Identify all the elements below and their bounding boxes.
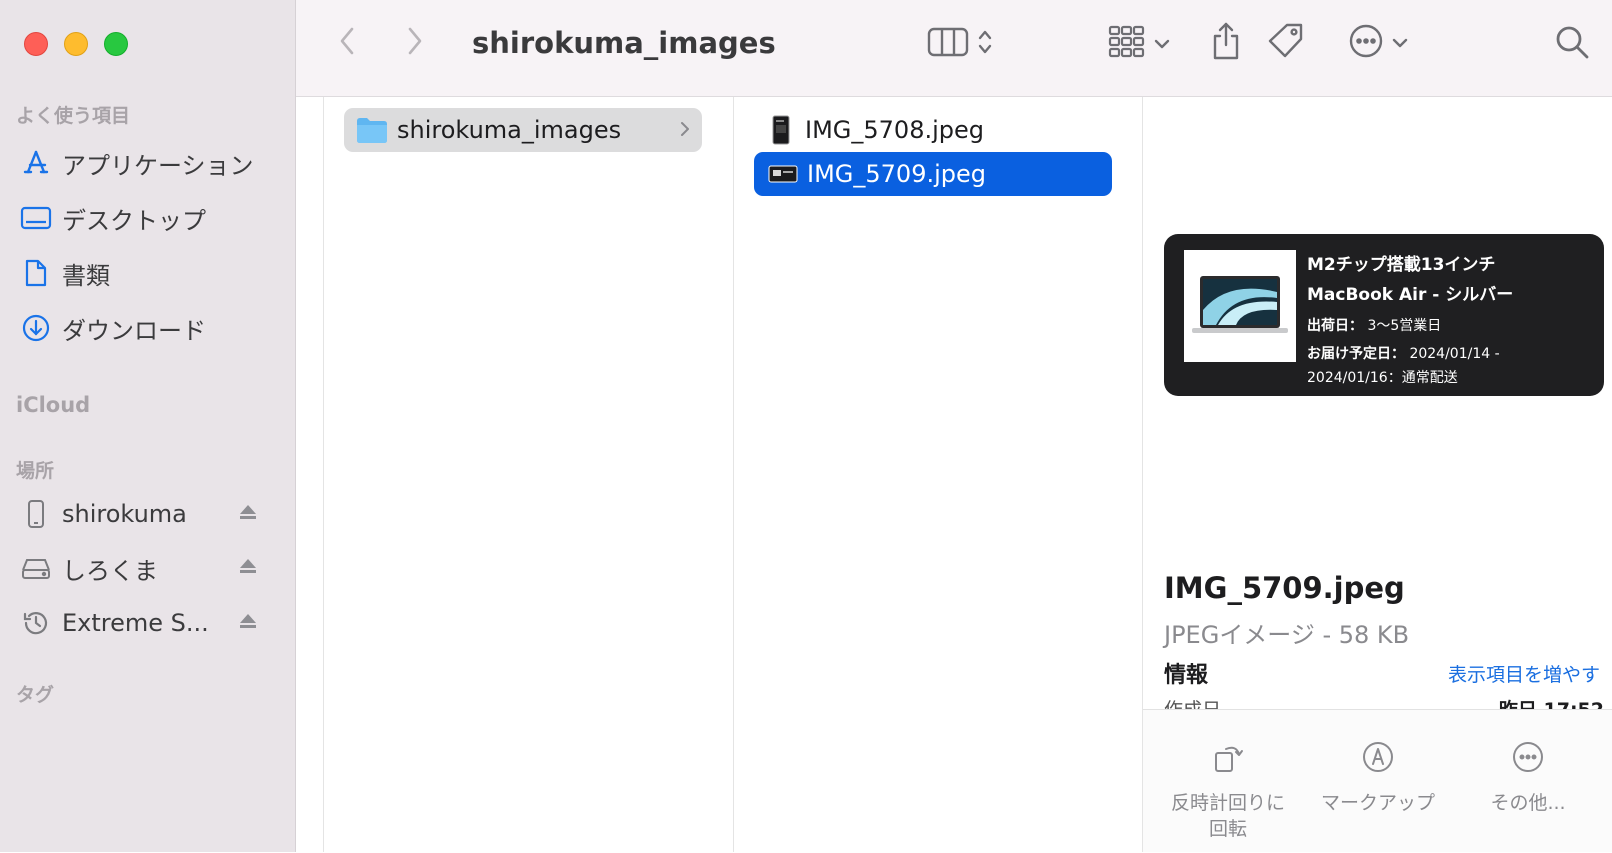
column-root xyxy=(296,97,324,852)
sidebar-item-shirokuma-drive[interactable]: しろくま xyxy=(18,546,280,590)
markup-button[interactable]: マークアップ xyxy=(1308,710,1448,853)
product-title-line1: M2チップ搭載13インチ xyxy=(1307,255,1496,275)
search-icon xyxy=(1554,24,1590,64)
more-label: その他... xyxy=(1490,792,1566,814)
sidebar-item-extreme-ssd[interactable]: Extreme S... xyxy=(18,601,280,645)
column-files: IMG_5708.jpeg IMG_5709.jpeg xyxy=(734,97,1143,852)
time-machine-icon xyxy=(18,605,54,641)
sidebar-item-downloads[interactable]: ダウンロード xyxy=(18,306,280,350)
delivery-value-2: 2024/01/16：通常配送 xyxy=(1307,370,1458,386)
chevron-down-icon xyxy=(1392,34,1408,53)
chevron-left-icon xyxy=(339,26,355,60)
rotate-left-icon xyxy=(1211,740,1245,778)
ellipsis-circle-icon xyxy=(1511,740,1545,778)
desktop-icon xyxy=(18,200,54,236)
zoom-window-button[interactable] xyxy=(104,32,128,56)
sidebar-item-label: 書類 xyxy=(62,261,110,290)
icloud-header: iCloud xyxy=(16,393,91,417)
share-button[interactable] xyxy=(1206,22,1246,64)
created-row: 作成日 昨日 17:52 xyxy=(1164,695,1604,709)
tags-header: タグ xyxy=(16,684,55,706)
product-info: M2チップ搭載13インチ MacBook Air - シルバー 出荷日： 3〜5… xyxy=(1307,250,1597,390)
sidebar-item-label: アプリケーション xyxy=(62,151,254,180)
show-more-link[interactable]: 表示項目を増やす xyxy=(1448,660,1600,687)
forward-button[interactable] xyxy=(400,26,430,60)
window-controls xyxy=(24,32,128,56)
folder-row[interactable]: shirokuma_images xyxy=(344,108,702,152)
share-icon xyxy=(1209,21,1243,65)
favorites-header: よく使う項目 xyxy=(16,105,131,127)
downloads-icon xyxy=(18,310,54,346)
preview-pane: M2チップ搭載13インチ MacBook Air - シルバー 出荷日： 3〜5… xyxy=(1143,97,1612,852)
image-thumbnail-icon xyxy=(772,115,790,145)
sidebar: よく使う項目 アプリケーション デスクトップ 書類 ダウンロード iCloud … xyxy=(0,0,296,852)
more-button[interactable]: その他... xyxy=(1458,710,1598,853)
rotate-left-button[interactable]: 反時計回りに 回転 xyxy=(1158,710,1298,853)
sidebar-item-documents[interactable]: 書類 xyxy=(18,251,280,295)
chevron-right-icon xyxy=(407,26,423,60)
toolbar: shirokuma_images xyxy=(296,0,1612,97)
file-row[interactable]: IMG_5708.jpeg xyxy=(754,108,1112,152)
iphone-icon xyxy=(18,496,54,532)
macbook-thumbnail xyxy=(1184,250,1296,362)
grid-icon xyxy=(1108,25,1146,63)
document-icon xyxy=(18,255,54,291)
ellipsis-circle-icon xyxy=(1348,23,1384,63)
folder-icon xyxy=(356,116,388,144)
column-parent: shirokuma_images xyxy=(324,97,734,852)
file-name: IMG_5708.jpeg xyxy=(805,116,984,144)
group-button[interactable] xyxy=(1102,24,1176,64)
column-view-icon xyxy=(927,26,969,62)
markup-label: マークアップ xyxy=(1320,792,1435,814)
up-down-chevron-icon xyxy=(977,27,993,61)
more-actions-button[interactable] xyxy=(1342,22,1414,64)
sidebar-item-label: デスクトップ xyxy=(62,206,206,235)
product-title-line2: MacBook Air - シルバー xyxy=(1307,285,1514,305)
delivery-label: お届け予定日： xyxy=(1307,346,1405,362)
delivery-value-1: 2024/01/14 - xyxy=(1409,346,1500,362)
window-title: shirokuma_images xyxy=(472,26,776,60)
sidebar-item-label: しろくま xyxy=(62,556,158,585)
sidebar-item-applications[interactable]: アプリケーション xyxy=(18,141,280,185)
image-thumbnail-icon xyxy=(768,165,798,183)
created-value: 昨日 17:52 xyxy=(1499,695,1604,709)
file-name: IMG_5709.jpeg xyxy=(807,160,986,188)
search-button[interactable] xyxy=(1552,24,1592,64)
ship-value: 3〜5営業日 xyxy=(1367,318,1442,334)
sidebar-item-label: ダウンロード xyxy=(62,316,206,345)
back-button[interactable] xyxy=(332,26,362,60)
markup-icon xyxy=(1361,740,1395,778)
rotate-left-label-2: 回転 xyxy=(1208,818,1247,840)
created-label: 作成日 xyxy=(1164,695,1221,709)
file-row-selected[interactable]: IMG_5709.jpeg xyxy=(754,152,1112,196)
tag-button[interactable] xyxy=(1262,22,1310,64)
eject-icon[interactable] xyxy=(238,502,258,526)
chevron-down-icon xyxy=(1154,35,1170,54)
drive-icon xyxy=(18,550,54,586)
ship-label: 出荷日： xyxy=(1307,318,1363,334)
eject-icon[interactable] xyxy=(238,611,258,635)
minimize-window-button[interactable] xyxy=(64,32,88,56)
preview-file-name: IMG_5709.jpeg xyxy=(1164,571,1405,605)
preview-file-kind: JPEGイメージ - 58 KB xyxy=(1164,621,1410,649)
rotate-left-label-1: 反時計回りに xyxy=(1170,792,1285,814)
folder-name: shirokuma_images xyxy=(397,116,622,144)
info-header: 情報 xyxy=(1164,663,1209,688)
sidebar-item-desktop[interactable]: デスクトップ xyxy=(18,196,280,240)
locations-header: 場所 xyxy=(16,460,55,482)
sidebar-item-label: Extreme S... xyxy=(62,609,209,637)
eject-icon[interactable] xyxy=(238,556,258,580)
tag-icon xyxy=(1266,21,1306,65)
applications-icon xyxy=(18,145,54,181)
sidebar-item-label: shirokuma xyxy=(62,500,187,528)
close-window-button[interactable] xyxy=(24,32,48,56)
view-mode-button[interactable] xyxy=(920,24,1000,64)
sidebar-item-shirokuma-iphone[interactable]: shirokuma xyxy=(18,492,280,536)
quick-actions: 反時計回りに 回転 マークアップ その他... xyxy=(1143,709,1612,852)
chevron-right-icon xyxy=(680,121,690,141)
preview-image: M2チップ搭載13インチ MacBook Air - シルバー 出荷日： 3〜5… xyxy=(1164,234,1604,396)
